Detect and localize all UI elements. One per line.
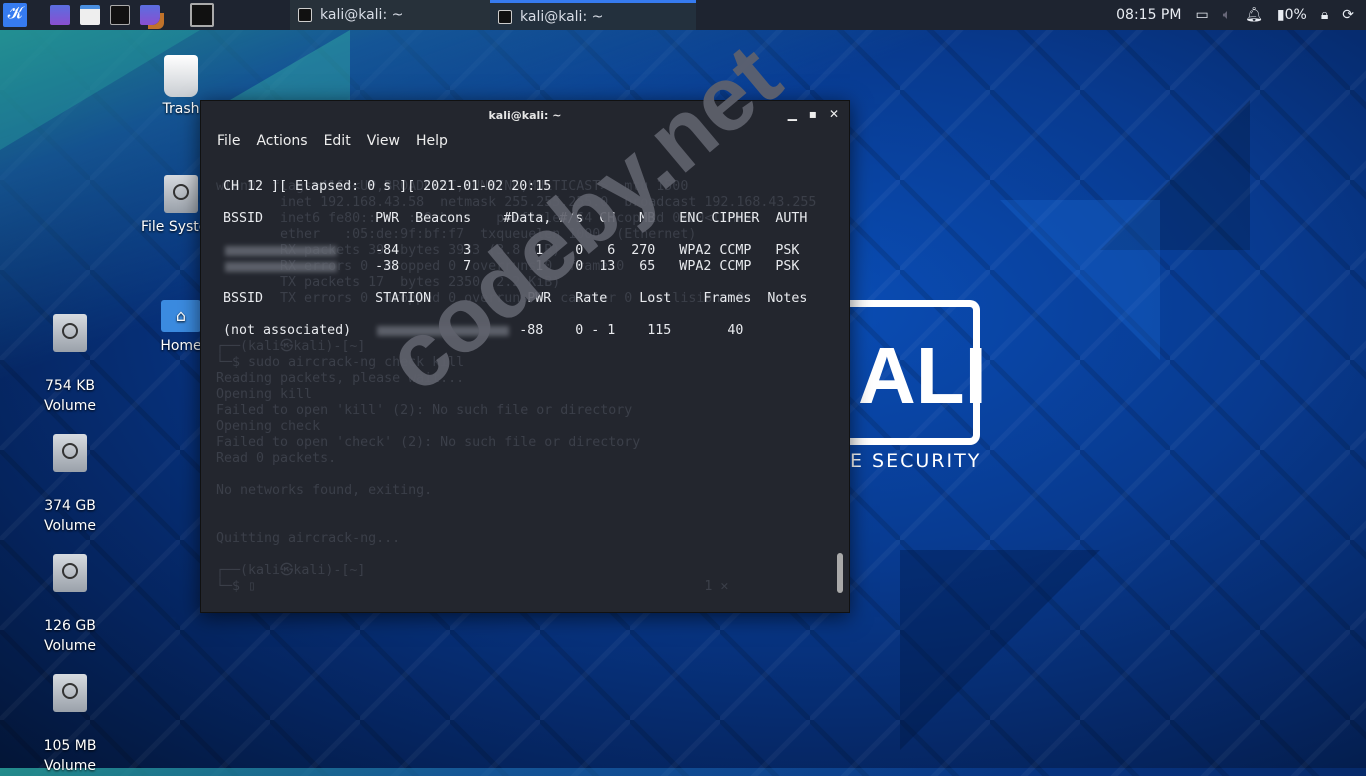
file-manager-icon[interactable] <box>80 5 100 25</box>
task-label: kali@kali: ~ <box>320 7 404 23</box>
desktop-icon-volume-754kb[interactable]: 754 KB Volume <box>25 294 115 416</box>
drive-icon <box>53 434 87 472</box>
maximize-icon[interactable]: ▪ <box>809 107 817 121</box>
menu-view[interactable]: View <box>359 129 408 156</box>
drive-icon <box>53 554 87 592</box>
window-title: kali@kali: ~ <box>488 108 562 122</box>
notification-bell-icon[interactable]: 🔔︎ <box>1245 7 1263 23</box>
trash-icon <box>164 55 198 97</box>
desktop-icon-volume-105mb[interactable]: 105 MB Volume <box>25 654 115 776</box>
volume-icon[interactable]: 🔈︎ <box>1223 7 1231 23</box>
close-icon[interactable]: ✕ <box>829 107 839 121</box>
battery-percent: 0% <box>1284 7 1307 23</box>
menu-actions[interactable]: Actions <box>248 129 315 156</box>
workspace-icon[interactable] <box>50 5 70 25</box>
menu-file[interactable]: File <box>209 129 248 156</box>
system-tray: 08:15 PM ▭ 🔈︎ 🔔︎ ▮0% 🔒︎ ⟳ <box>1116 0 1366 30</box>
icon-label: 754 KB Volume <box>43 378 97 414</box>
taskbar-task-terminal-1[interactable]: kali@kali: ~ <box>290 0 490 30</box>
drive-icon <box>53 674 87 712</box>
kali-menu-icon[interactable]: 𝓚 <box>3 3 27 27</box>
taskbar-task-terminal-2[interactable]: kali@kali: ~ <box>490 0 696 30</box>
kali-logo-subtitle: E SECURITY <box>850 450 982 472</box>
task-label: kali@kali: ~ <box>520 8 604 25</box>
terminal-launcher-icon[interactable] <box>110 5 130 25</box>
lock-icon[interactable]: 🔒︎ <box>1321 7 1328 23</box>
show-desktop-icon[interactable] <box>190 3 214 27</box>
icon-label: 105 MB Volume <box>43 738 97 774</box>
home-folder-icon: ⌂ <box>161 300 201 332</box>
kali-logo-text: ALI <box>858 331 987 420</box>
icon-label: 126 GB Volume <box>43 618 97 654</box>
desktop-icon-volume-374gb[interactable]: 374 GB Volume <box>25 414 115 536</box>
menu-help[interactable]: Help <box>408 129 456 156</box>
redacted-bssid <box>225 246 337 256</box>
terminal-icon <box>298 8 312 22</box>
terminal-window: kali@kali: ~ ▁ ▪ ✕ File Actions Edit Vie… <box>200 100 850 613</box>
battery-icon[interactable]: ▮0% <box>1277 7 1307 23</box>
usb-drive-icon <box>53 314 87 352</box>
redacted-bssid <box>225 262 337 272</box>
drive-icon <box>164 175 198 213</box>
scrollbar-thumb[interactable] <box>837 553 843 593</box>
taskbar: 𝓚 kali@kali: ~ kali@kali: ~ 08:15 PM ▭ 🔈… <box>0 0 1366 30</box>
terminal-icon <box>498 9 512 24</box>
logout-icon[interactable]: ⟳ <box>1342 7 1354 23</box>
clock[interactable]: 08:15 PM <box>1116 7 1181 23</box>
menu-edit[interactable]: Edit <box>316 129 359 156</box>
desktop-icon-volume-126gb[interactable]: 126 GB Volume <box>25 534 115 656</box>
screenshot-tool-icon[interactable] <box>140 5 160 25</box>
display-icon[interactable]: ▭ <box>1195 7 1208 23</box>
icon-label: 374 GB Volume <box>43 498 97 534</box>
